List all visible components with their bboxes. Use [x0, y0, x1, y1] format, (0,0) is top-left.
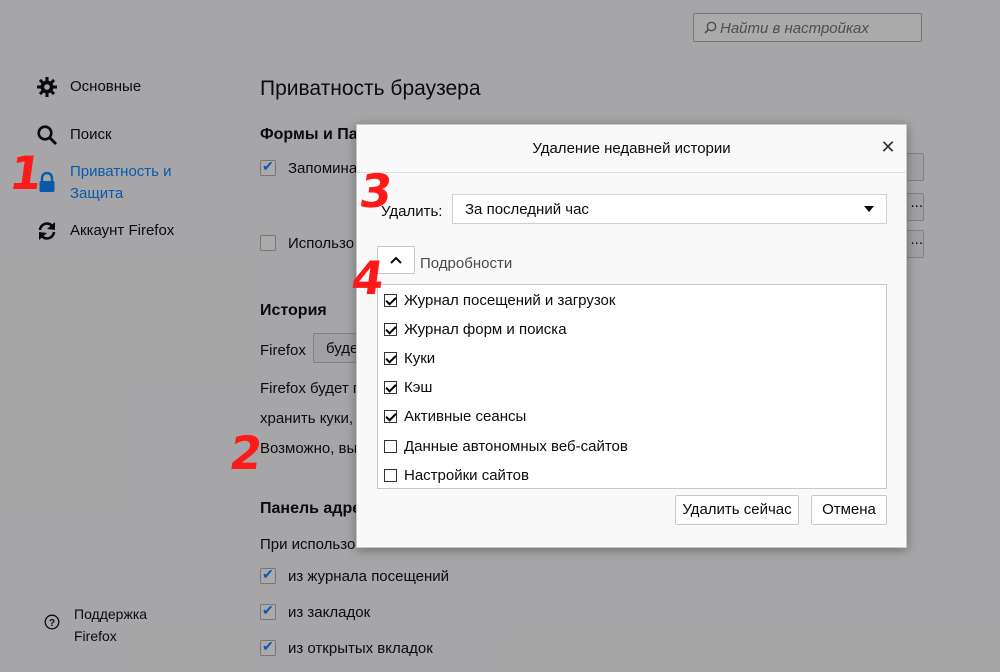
dialog-divider: [357, 172, 906, 173]
details-label: Подробности: [420, 255, 513, 272]
dropdown-arrow-icon: [864, 206, 874, 212]
clear-now-button[interactable]: Удалить сейчас: [675, 495, 799, 525]
annotation-marker-3: 3: [356, 164, 396, 218]
list-item[interactable]: Активные сеансы: [384, 405, 526, 427]
close-icon[interactable]: ✕: [878, 137, 898, 157]
checkbox[interactable]: [384, 380, 397, 394]
list-item-label: Кэш: [404, 378, 433, 396]
list-item-label: Журнал посещений и загрузок: [404, 291, 616, 309]
list-item-label: Активные сеансы: [404, 407, 527, 425]
checkbox[interactable]: [384, 293, 397, 307]
list-item[interactable]: Журнал посещений и загрузок: [384, 289, 615, 311]
list-item[interactable]: Кэш: [384, 376, 432, 398]
dialog-title: Удаление недавней истории: [532, 140, 731, 157]
chevron-up-icon: [390, 256, 402, 264]
clear-items-list: Журнал посещений и загрузок Журнал форм …: [377, 284, 887, 489]
list-item-label: Журнал форм и поиска: [404, 320, 567, 338]
annotation-marker-1: 1: [6, 146, 46, 200]
list-item-label: Куки: [404, 349, 436, 367]
checkbox[interactable]: [384, 409, 397, 423]
checkbox[interactable]: [384, 322, 397, 336]
list-item[interactable]: Журнал форм и поиска: [384, 318, 567, 340]
checkbox[interactable]: [384, 351, 397, 365]
list-item[interactable]: Настройки сайтов: [384, 464, 529, 486]
clear-history-dialog: Удаление недавней истории ✕ Удалить: За …: [356, 124, 907, 548]
list-item-label: Настройки сайтов: [404, 466, 529, 484]
annotation-marker-4: 4: [348, 251, 388, 305]
time-range-label: Удалить:: [381, 203, 443, 220]
cancel-button[interactable]: Отмена: [811, 495, 887, 525]
checkbox[interactable]: [384, 439, 397, 453]
checkbox[interactable]: [384, 468, 397, 482]
list-item[interactable]: Куки: [384, 347, 435, 369]
time-range-select[interactable]: За последний час: [452, 194, 887, 224]
annotation-marker-2: 2: [226, 426, 266, 480]
list-item[interactable]: Данные автономных веб-сайтов: [384, 435, 628, 457]
list-item-label: Данные автономных веб-сайтов: [404, 437, 628, 455]
time-range-value: За последний час: [465, 201, 589, 218]
